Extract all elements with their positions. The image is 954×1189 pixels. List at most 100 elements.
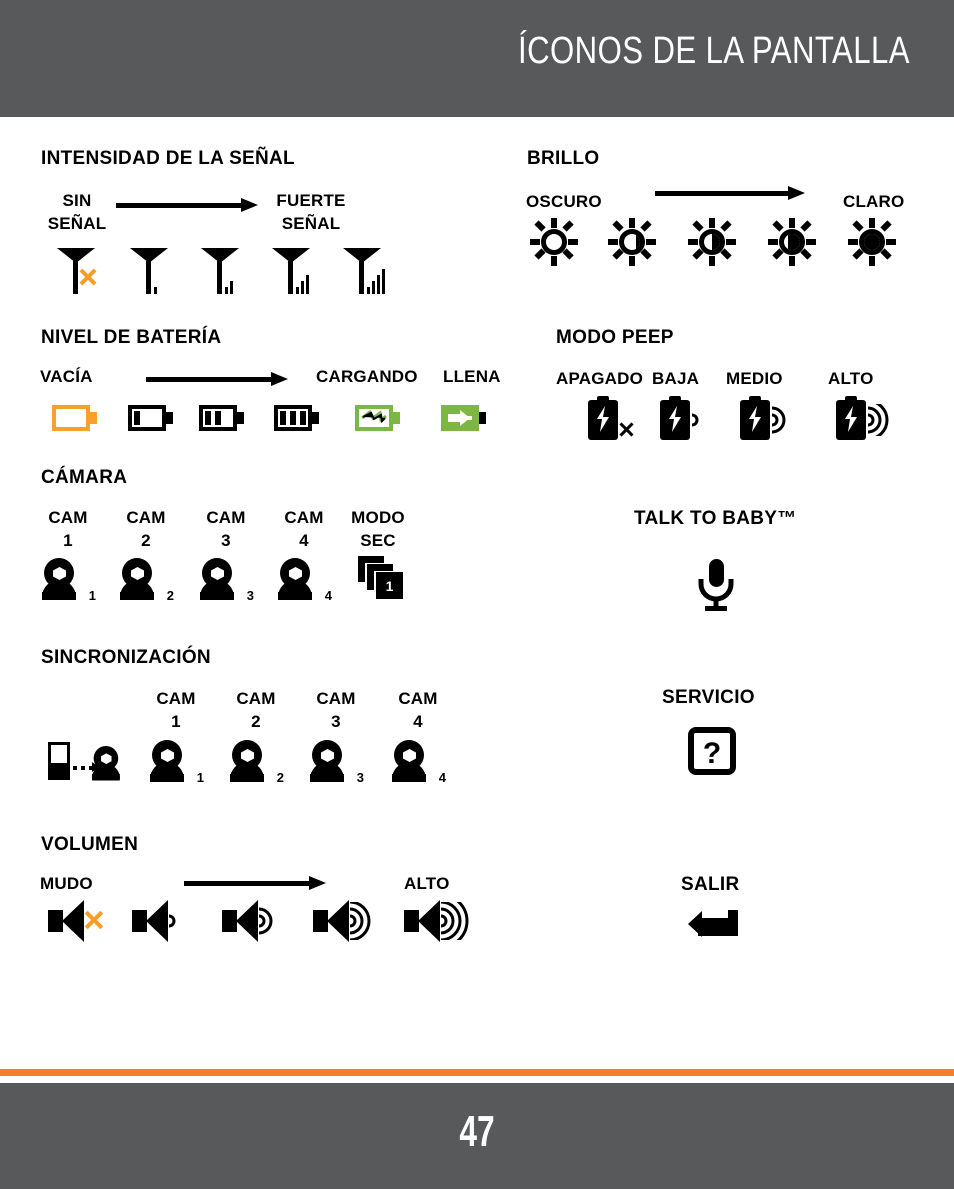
section-title-sync: SINCRONIZACIÓN <box>41 647 211 668</box>
sync-label-line1: CAM <box>236 689 276 708</box>
camera-2-icon: 2 <box>120 558 174 603</box>
volume-right-label: ALTO <box>404 874 450 893</box>
brightness-level-2-icon <box>608 218 656 266</box>
camera-label-line2: 2 <box>141 530 151 550</box>
battery-charging-icon <box>355 405 403 435</box>
camera-badge: 4 <box>324 588 332 603</box>
camera-label-line1: CAM <box>48 508 88 527</box>
brightness-level-4-icon <box>768 218 816 266</box>
section-title-brightness: BRILLO <box>527 148 600 169</box>
signal-left-label-line1: SIN <box>62 191 92 210</box>
sync-camera-3-icon: 3 <box>310 740 364 785</box>
battery-right-label: LLENA <box>443 367 501 386</box>
signal-right-label-line1: FUERTE <box>276 191 346 210</box>
camera-4-icon: 4 <box>278 558 332 603</box>
brightness-level-1-icon <box>530 218 578 266</box>
section-title-camera: CÁMARA <box>41 467 128 488</box>
camera-label-4: CAM 4 <box>272 507 336 553</box>
page-header: ÍCONOS DE LA PANTALLA <box>0 0 954 117</box>
peep-medium-icon <box>740 396 800 442</box>
question-mark-box-icon: ? <box>688 727 736 775</box>
camera-label-line1: CAM <box>284 508 324 527</box>
footer-accent-rule <box>0 1069 954 1076</box>
signal-level-1-icon <box>128 248 172 294</box>
camera-badge: 2 <box>166 588 174 603</box>
section-title-peep: MODO PEEP <box>556 327 674 348</box>
camera-label-2: CAM 2 <box>114 507 178 553</box>
volume-level-1-icon <box>132 900 202 942</box>
camera-1-icon: 1 <box>42 558 96 603</box>
signal-right-label-line2: SEÑAL <box>281 213 341 233</box>
sync-label-line2: 4 <box>413 711 423 731</box>
sync-camera-4-icon: 4 <box>392 740 446 785</box>
sync-label-line1: CAM <box>398 689 438 708</box>
camera-label-1: CAM 1 <box>36 507 100 553</box>
peep-label-4: ALTO <box>828 369 874 388</box>
camera-label-3: CAM 3 <box>194 507 258 553</box>
volume-arrow-icon <box>184 876 326 890</box>
section-title-exit: SALIR <box>681 874 740 895</box>
pair-monitor-camera-icon <box>48 740 132 786</box>
camera-badge: 3 <box>356 770 364 785</box>
sync-label-1: CAM 1 <box>144 688 208 734</box>
sync-label-line2: 2 <box>251 711 261 731</box>
volume-level-3-icon <box>313 900 383 942</box>
volume-mute-icon <box>48 900 118 942</box>
section-title-signal: INTENSIDAD DE LA SEÑAL <box>41 148 295 169</box>
brightness-level-5-icon <box>848 218 896 266</box>
scan-mode-badge: 1 <box>376 572 403 599</box>
signal-level-3-icon <box>270 248 314 294</box>
camera-badge: 1 <box>196 770 204 785</box>
signal-no-signal-icon <box>55 248 99 294</box>
camera-label-line2: SEC <box>360 530 396 550</box>
battery-arrow-icon <box>146 372 288 386</box>
sync-label-line1: CAM <box>156 689 196 708</box>
sync-label-2: CAM 2 <box>224 688 288 734</box>
camera-label-line1: CAM <box>206 508 246 527</box>
sync-label-line2: 1 <box>171 711 181 731</box>
return-arrow-icon <box>686 906 742 946</box>
volume-level-2-icon <box>222 900 292 942</box>
peep-label-1: APAGADO <box>556 369 644 388</box>
camera-badge: 4 <box>438 770 446 785</box>
microphone-icon <box>692 557 740 613</box>
signal-right-label: FUERTE SEÑAL <box>270 190 352 236</box>
sync-camera-2-icon: 2 <box>230 740 284 785</box>
brightness-right-label: CLARO <box>843 192 905 211</box>
page-title: ÍCONOS DE LA PANTALLA <box>518 30 910 72</box>
camera-label-5: MODO SEC <box>346 507 410 553</box>
sync-label-4: CAM 4 <box>386 688 450 734</box>
sync-label-line1: CAM <box>316 689 356 708</box>
signal-level-2-icon <box>199 248 243 294</box>
svg-text:?: ? <box>703 737 721 770</box>
peep-high-icon <box>836 396 896 442</box>
battery-full-plug-icon <box>441 405 489 435</box>
camera-badge: 1 <box>88 588 96 603</box>
section-title-battery: NIVEL DE BATERÍA <box>41 327 222 348</box>
camera-label-line2: 1 <box>63 530 73 550</box>
page-number: 47 <box>459 1107 495 1156</box>
page-footer: 47 <box>0 1083 954 1189</box>
camera-badge: 2 <box>276 770 284 785</box>
battery-level-1-icon <box>128 405 176 435</box>
volume-left-label: MUDO <box>40 874 93 893</box>
camera-badge: 3 <box>246 588 254 603</box>
signal-left-label: SIN SEÑAL <box>42 190 112 236</box>
section-title-volume: VOLUMEN <box>41 834 139 855</box>
camera-label-line1: CAM <box>126 508 166 527</box>
signal-level-4-icon <box>341 248 385 294</box>
peep-low-icon <box>660 396 720 442</box>
battery-level-3-icon <box>274 405 322 435</box>
camera-label-line2: 3 <box>221 530 231 550</box>
brightness-left-label: OSCURO <box>526 192 602 211</box>
signal-arrow-icon <box>116 198 258 212</box>
battery-empty-icon <box>52 405 100 435</box>
sync-label-line2: 3 <box>331 711 341 731</box>
brightness-level-3-icon <box>688 218 736 266</box>
scan-mode-icon: 1 <box>358 556 414 604</box>
peep-label-2: BAJA <box>652 369 700 388</box>
section-title-talk: TALK TO BABY™ <box>634 508 797 529</box>
peep-off-icon <box>588 396 648 442</box>
battery-left-label: VACÍA <box>40 367 93 386</box>
battery-level-2-icon <box>199 405 247 435</box>
